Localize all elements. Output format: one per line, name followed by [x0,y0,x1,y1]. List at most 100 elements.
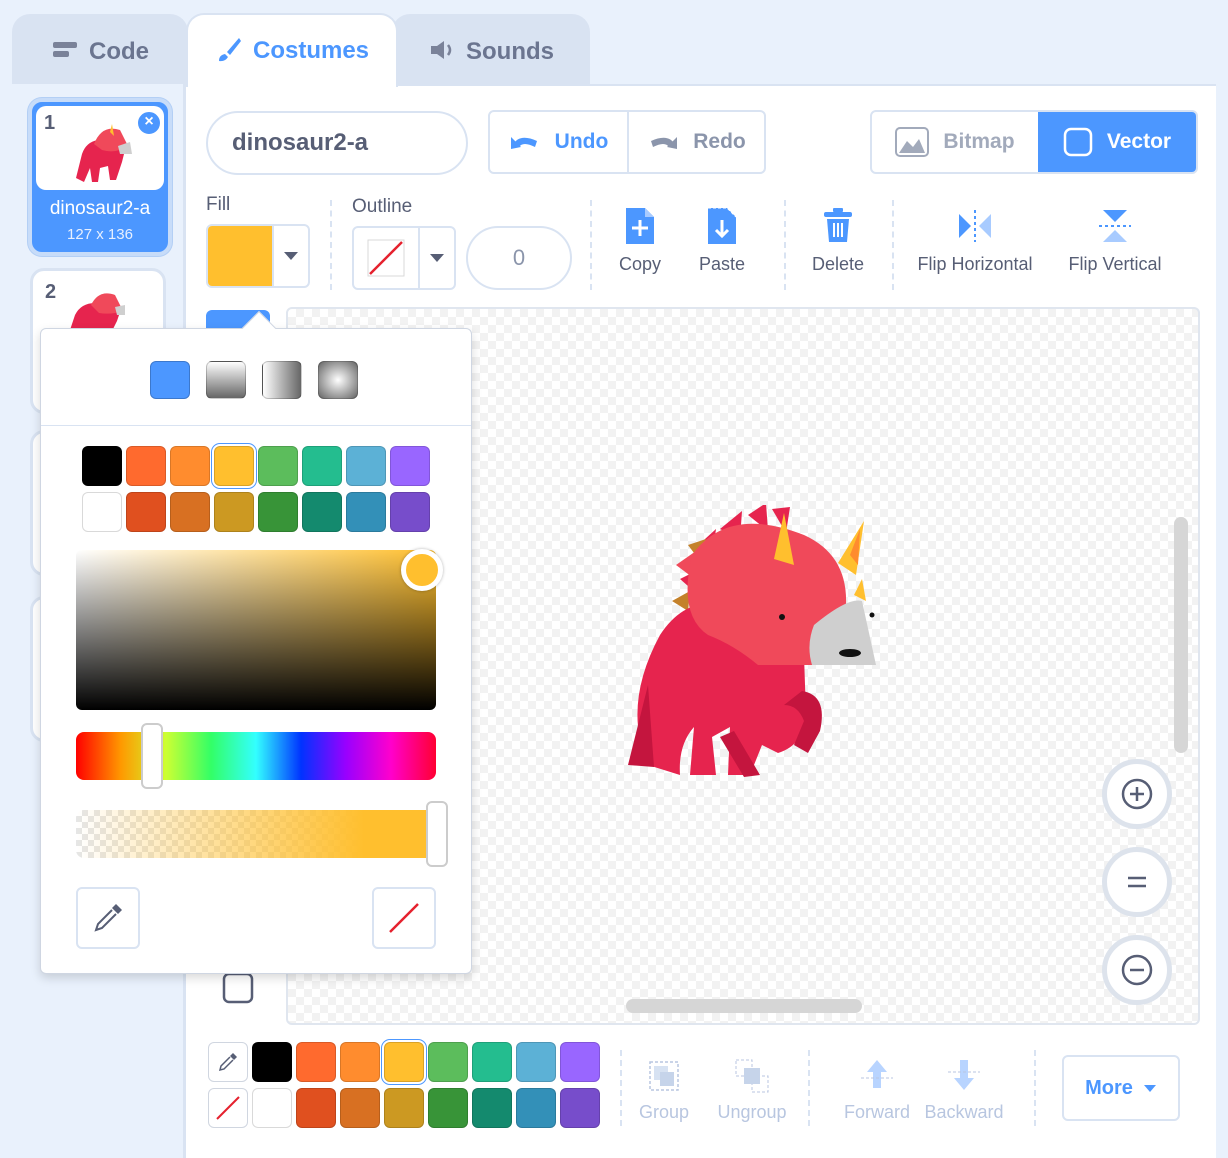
color-swatch[interactable] [472,1088,512,1128]
vertical-gradient-button[interactable] [262,361,302,399]
fill-color-popover [40,311,472,974]
color-swatch[interactable] [296,1088,336,1128]
eyedropper-button[interactable] [76,887,140,949]
tab-sounds[interactable]: Sounds [392,14,590,86]
zoom-in-icon [1121,778,1153,810]
zoom-out-button[interactable] [1102,935,1172,1005]
vertical-scrollbar[interactable] [1174,517,1188,753]
color-swatch[interactable] [390,492,430,532]
rectangle-icon [222,972,254,1004]
forward-label: Forward [843,1102,910,1122]
color-swatch[interactable] [82,492,122,532]
no-color-button[interactable] [208,1088,248,1128]
no-color-icon [389,903,419,933]
color-swatch[interactable] [340,1042,380,1082]
paste-button[interactable]: Paste [690,206,754,275]
color-swatch[interactable] [472,1042,512,1082]
copy-button[interactable]: Copy [608,206,672,275]
color-swatch[interactable] [82,446,122,486]
color-swatch[interactable] [516,1088,556,1128]
color-swatch[interactable] [258,446,298,486]
outline-color-picker[interactable] [352,226,456,290]
color-swatch[interactable] [302,446,342,486]
backward-button[interactable]: Backward [922,1056,1006,1123]
tab-sounds-label: Sounds [466,38,554,65]
redo-button[interactable]: Redo [627,112,764,172]
color-swatch[interactable] [428,1088,468,1128]
fill-color-swatch [208,226,272,286]
color-swatch[interactable] [340,1088,380,1128]
fill-color-picker[interactable] [206,224,310,288]
color-swatch[interactable] [126,492,166,532]
outline-width-input[interactable]: 0 [466,226,572,290]
vector-label: Vector [1106,130,1172,153]
color-swatch[interactable] [258,492,298,532]
horizontal-scrollbar[interactable] [626,999,862,1013]
color-swatch[interactable] [516,1042,556,1082]
bitmap-label: Bitmap [943,130,1015,153]
color-swatch[interactable] [170,492,210,532]
transparency-handle[interactable] [426,801,448,867]
chevron-down-icon [1143,1084,1156,1092]
eyedropper-icon [94,904,122,932]
costume-name-input[interactable] [206,111,468,175]
saturation-brightness-picker[interactable] [76,550,436,710]
ungroup-button[interactable]: Ungroup [714,1056,790,1123]
color-swatch[interactable] [346,492,386,532]
solid-fill-button[interactable] [150,361,190,399]
flip-horizontal-icon [959,210,991,242]
color-swatch[interactable] [428,1042,468,1082]
more-label: More [1085,1076,1133,1099]
costume-item-1[interactable]: 1 × dinosaur2-a 127 x 136 [28,98,172,256]
delete-costume-icon[interactable]: × [136,110,162,136]
undo-icon [510,137,537,149]
bitmap-mode-button[interactable]: Bitmap [872,112,1038,172]
hue-slider[interactable] [76,732,436,780]
radial-gradient-button[interactable] [318,361,358,399]
redo-icon [651,137,678,149]
color-swatch[interactable] [214,492,254,532]
color-swatch[interactable] [390,446,430,486]
redo-label: Redo [693,130,746,153]
color-swatch[interactable] [346,446,386,486]
hue-handle[interactable] [141,723,163,789]
color-swatch[interactable] [170,446,210,486]
more-button[interactable]: More [1062,1055,1180,1121]
saturation-handle[interactable] [401,549,443,591]
color-swatch[interactable] [214,446,254,486]
eyedropper-button[interactable] [208,1042,248,1082]
no-outline-swatch [354,228,418,288]
forward-button[interactable]: Forward [842,1056,912,1123]
no-color-icon [367,239,405,277]
horizontal-gradient-button[interactable] [206,361,246,399]
mode-toggle: Bitmap Vector [870,110,1198,174]
undo-button[interactable]: Undo [490,112,627,172]
equals-icon [1128,876,1146,888]
flip-vertical-button[interactable]: Flip Vertical [1060,206,1170,275]
color-swatch[interactable] [252,1088,292,1128]
transparency-slider[interactable] [76,810,436,858]
tab-costumes[interactable]: Costumes [186,13,398,87]
paste-icon [708,207,737,244]
color-swatch[interactable] [296,1042,336,1082]
copy-icon [626,208,654,244]
tab-code[interactable]: Code [12,14,188,86]
color-swatch[interactable] [302,492,342,532]
flip-vertical-icon [1099,210,1131,242]
flip-horizontal-button[interactable]: Flip Horizontal [912,206,1038,275]
color-swatch[interactable] [126,446,166,486]
no-fill-button[interactable] [372,887,436,949]
color-swatch[interactable] [560,1042,600,1082]
group-button[interactable]: Group [636,1056,692,1123]
color-swatch[interactable] [384,1088,424,1128]
paintbrush-icon [215,37,243,62]
color-swatch[interactable] [252,1042,292,1082]
zoom-in-button[interactable] [1102,759,1172,829]
color-swatch[interactable] [560,1088,600,1128]
vector-mode-button[interactable]: Vector [1037,112,1196,172]
fill-label: Fill [206,194,231,215]
delete-button[interactable]: Delete [806,206,870,275]
paste-label: Paste [698,254,746,274]
color-swatch[interactable] [384,1042,424,1082]
zoom-reset-button[interactable] [1102,847,1172,917]
